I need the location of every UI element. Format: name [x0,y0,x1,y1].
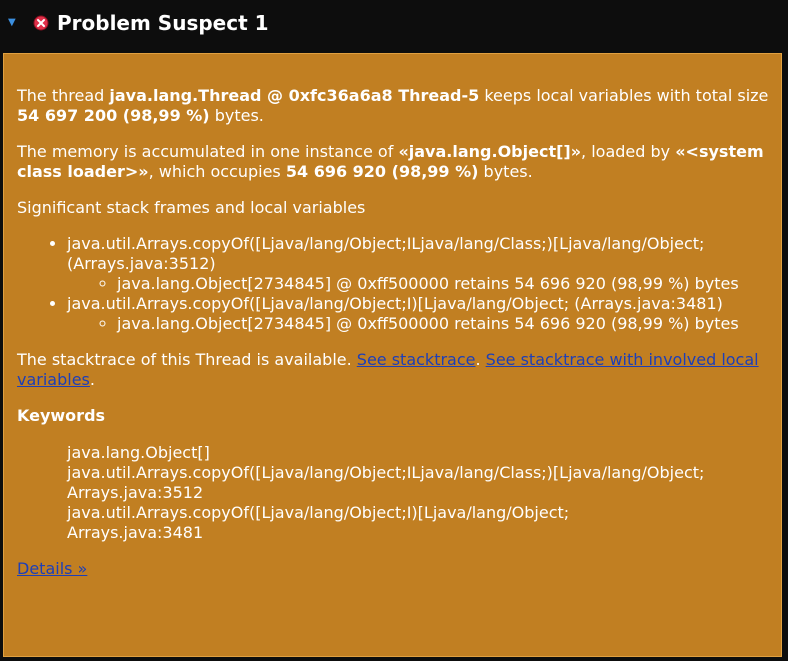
stacktrace-separator: . [475,350,486,369]
stack-frame-method: java.util.Arrays.copyOf([Ljava/lang/Obje… [67,234,705,273]
local-variables-list: java.lang.Object[2734845] @ 0xff500000 r… [67,274,769,294]
thread-summary: The thread java.lang.Thread @ 0xfc36a6a8… [17,86,769,126]
stack-frame-item: java.util.Arrays.copyOf([Ljava/lang/Obje… [67,294,769,334]
problem-suspect-header: ▼ Problem Suspect 1 [0,0,788,50]
local-variable-item: java.lang.Object[2734845] @ 0xff500000 r… [117,274,769,294]
thread-retained-size: 54 697 200 (98,99 %) [17,106,210,125]
thread-name: java.lang.Thread @ 0xfc36a6a8 Thread-5 [109,86,480,105]
memory-summary-text: , which occupies [148,162,286,181]
thread-summary-text: The thread [17,86,110,105]
memory-summary: The memory is accumulated in one instanc… [17,142,769,182]
stack-frame-method: java.util.Arrays.copyOf([Ljava/lang/Obje… [67,294,723,313]
local-variable-item: java.lang.Object[2734845] @ 0xff500000 r… [117,314,769,334]
keyword-item: Arrays.java:3512 [67,483,204,502]
memory-summary-text: The memory is accumulated in one instanc… [17,142,399,161]
suspect-details-panel: The thread java.lang.Thread @ 0xfc36a6a8… [3,53,782,657]
keyword-item: java.util.Arrays.copyOf([Ljava/lang/Obje… [67,463,705,482]
keywords-list: java.lang.Object[] java.util.Arrays.copy… [67,443,769,543]
page-title: Problem Suspect 1 [57,11,269,35]
keywords-heading: Keywords [17,406,106,425]
thread-summary-text: keeps local variables with total size [479,86,769,105]
panel-content: The thread java.lang.Thread @ 0xfc36a6a8… [17,86,769,579]
stacktrace-text: The stacktrace of this Thread is availab… [17,350,357,369]
stack-frame-item: java.util.Arrays.copyOf([Ljava/lang/Obje… [67,234,769,294]
memory-summary-text: , loaded by [581,142,676,161]
thread-summary-text: bytes. [209,106,264,125]
stacktrace-text: . [89,370,95,389]
accumulating-class: «java.lang.Object[]» [398,142,582,161]
local-variables-list: java.lang.Object[2734845] @ 0xff500000 r… [67,314,769,334]
keyword-item: java.lang.Object[] [67,443,210,462]
occupied-size: 54 696 920 (98,99 %) [285,162,479,181]
collapse-toggle-icon[interactable]: ▼ [8,17,20,29]
keyword-item: Arrays.java:3481 [67,523,204,542]
details-link[interactable]: Details » [17,559,87,578]
frames-heading: Significant stack frames and local varia… [17,198,366,217]
memory-summary-text: bytes. [478,162,533,181]
see-stacktrace-link[interactable]: See stacktrace [357,350,476,369]
keyword-item: java.util.Arrays.copyOf([Ljava/lang/Obje… [67,503,570,522]
stack-frames-list: java.util.Arrays.copyOf([Ljava/lang/Obje… [17,234,769,334]
error-x-icon [33,15,49,35]
stacktrace-availability: The stacktrace of this Thread is availab… [17,350,769,390]
